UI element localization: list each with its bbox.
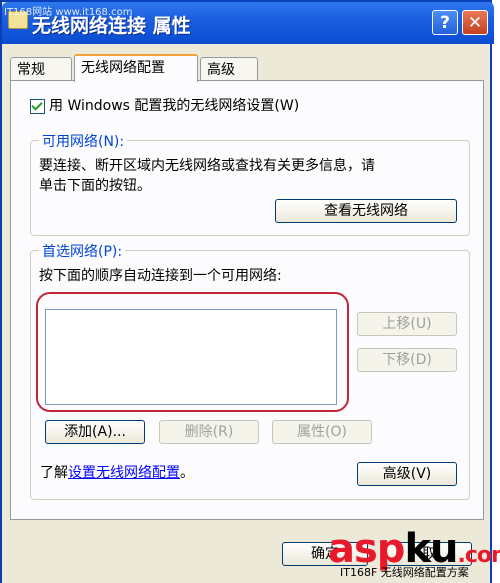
learn-more-text: 了解设置无线网络配置。: [40, 462, 194, 482]
view-wireless-networks-button[interactable]: 查看无线网络: [275, 199, 457, 223]
preferred-networks-desc: 按下面的顺序自动连接到一个可用网络:: [39, 268, 282, 284]
help-button[interactable]: ?: [432, 10, 458, 35]
learn-wireless-config-link[interactable]: 设置无线网络配置: [68, 465, 180, 481]
network-properties-button[interactable]: 属性(O): [272, 420, 372, 444]
tab-wireless-networks[interactable]: 无线网络配置: [74, 54, 198, 82]
available-networks-group: 可用网络(N): 要连接、断开区域内无线网络或查找有关更多信息，请 单击下面的按…: [30, 131, 470, 236]
available-networks-title: 可用网络(N):: [39, 131, 128, 151]
move-up-button[interactable]: 上移(U): [357, 312, 457, 336]
available-networks-desc-line1: 要连接、断开区域内无线网络或查找有关更多信息，请: [39, 158, 375, 174]
tab-advanced[interactable]: 高级: [200, 57, 258, 81]
red-highlight-annotation: [36, 292, 349, 412]
remove-network-button[interactable]: 删除(R): [159, 420, 259, 444]
close-button[interactable]: ✕: [462, 10, 488, 35]
advanced-button[interactable]: 高级(V): [357, 462, 457, 486]
use-windows-config-row[interactable]: 用 Windows 配置我的无线网络设置(W): [30, 95, 299, 115]
window-title: 无线网络连接 属性: [32, 15, 191, 37]
use-windows-config-label: 用 Windows 配置我的无线网络设置(W): [49, 98, 300, 114]
bottom-watermark: IT168F 无线网络配置方案: [340, 566, 469, 579]
title-bar[interactable]: IT168网站 www.it168.com 无线网络连接 属性 ? ✕: [2, 2, 494, 44]
use-windows-config-checkbox[interactable]: [30, 98, 45, 114]
add-network-button[interactable]: 添加(A)...: [45, 420, 145, 444]
tab-general[interactable]: 常规: [10, 57, 72, 81]
learn-prefix: 了解: [40, 465, 68, 481]
available-networks-desc-line2: 单击下面的按钮。: [39, 178, 151, 194]
properties-dialog: IT168网站 www.it168.com 无线网络连接 属性 ? ✕ 常规 无…: [0, 0, 494, 583]
preferred-networks-title: 首选网络(P):: [39, 241, 126, 261]
learn-suffix: 。: [180, 465, 194, 481]
move-down-button[interactable]: 下移(D): [357, 348, 457, 372]
